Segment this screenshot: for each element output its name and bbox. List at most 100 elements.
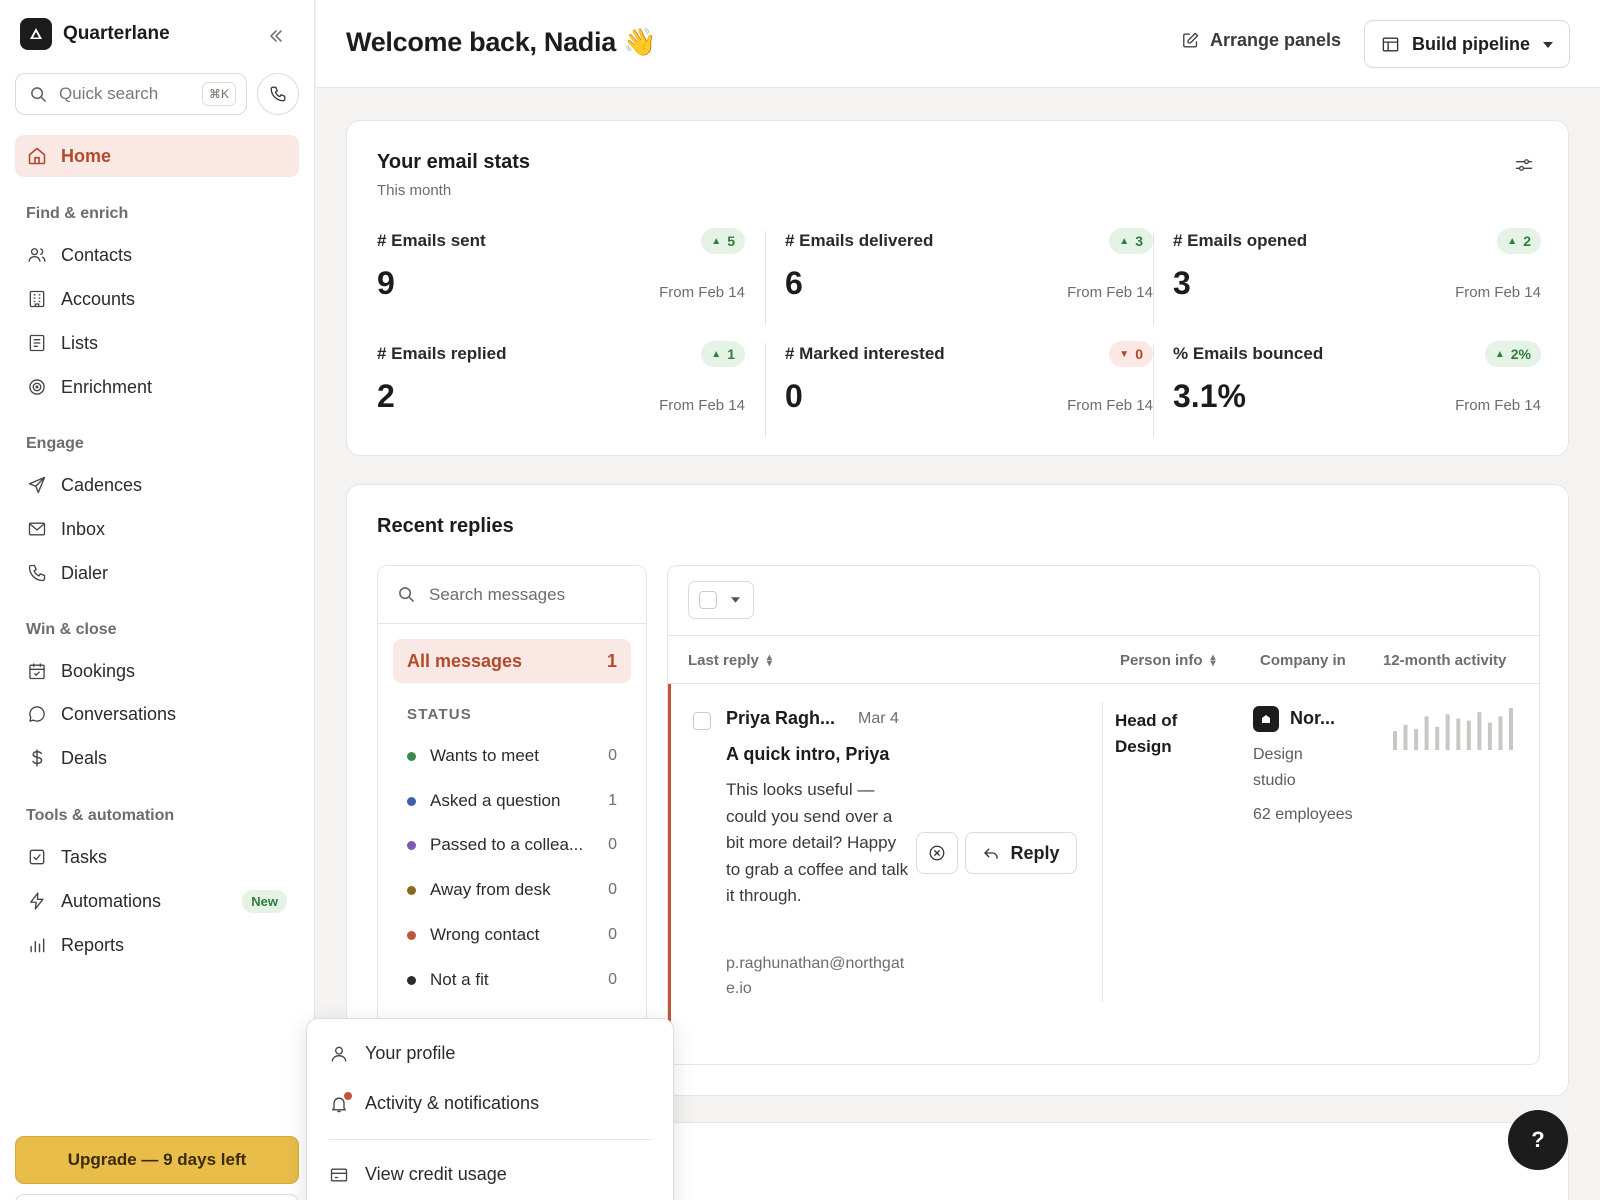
status-label: Wrong contact (430, 925, 540, 944)
home-icon (27, 146, 47, 166)
stat-emails-opened: # Emails opened ▲ 2 3 From Feb 14 (1173, 228, 1541, 331)
stat-emails-bounced: % Emails bounced ▲ 2% 3.1% From Feb 14 (1173, 341, 1541, 444)
column-label: Company in (1260, 652, 1346, 669)
dismiss-button[interactable] (916, 832, 958, 874)
column-person-info[interactable]: Person info ▴ ▾ (1120, 652, 1216, 669)
sender-name[interactable]: Priya Ragh... (726, 708, 835, 729)
stat-value: 0 (785, 378, 803, 414)
activity-bar (1509, 708, 1513, 750)
triangle-up-icon: ▲ (711, 348, 722, 360)
activity-bar (1414, 729, 1419, 750)
close-circle-icon (928, 844, 946, 862)
status-count: 0 (608, 836, 617, 853)
select-all-checkbox[interactable] (699, 591, 717, 609)
quick-search[interactable]: ⌘K (15, 73, 247, 115)
status-asked-a-question[interactable]: Asked a question 1 (407, 791, 617, 811)
status-dot (407, 975, 416, 985)
sidebar-item-bookings[interactable]: Bookings (15, 651, 299, 691)
select-all-dropdown[interactable] (688, 581, 754, 619)
sidebar-item-lists[interactable]: Lists (15, 323, 299, 363)
menu-item-your-profile[interactable]: Your profile (329, 1043, 455, 1064)
menu-item-view-credit-usage[interactable]: View credit usage (329, 1164, 507, 1185)
arrange-panels-button[interactable]: Arrange panels (1181, 30, 1341, 51)
stat-name: # Emails opened (1173, 231, 1308, 250)
bell-icon (329, 1091, 352, 1114)
sidebar-item-dialer[interactable]: Dialer (15, 553, 299, 593)
sidebar-item-accounts[interactable]: Accounts (15, 279, 299, 319)
delta-value: 1 (727, 346, 735, 362)
section-tools-automation: Tools & automation (26, 807, 175, 824)
new-badge: New (242, 890, 287, 913)
sidebar-item-enrichment[interactable]: Enrichment (15, 367, 299, 407)
sender-email[interactable]: p.raghunathan@northgate.io (726, 952, 912, 1001)
sidebar-item-label: Automations (61, 890, 162, 911)
upgrade-button[interactable]: Upgrade — 9 days left (15, 1136, 299, 1184)
card-subtitle: This month (377, 182, 452, 199)
sidebar-item-inbox[interactable]: Inbox (15, 509, 299, 549)
sidebar-item-label: Reports (61, 934, 125, 955)
stat-value: 6 (785, 265, 803, 301)
stat-value: 2 (377, 378, 395, 414)
company-name[interactable]: Nor... (1290, 708, 1335, 729)
column-last-reply[interactable]: Last reply ▴ ▾ (688, 652, 772, 669)
building-icon (27, 289, 47, 309)
delta-badge: ▲ 1 (701, 341, 745, 367)
stat-name: # Emails sent (377, 231, 486, 250)
search-messages-input[interactable] (429, 584, 629, 605)
stat-name: # Emails replied (377, 344, 507, 363)
message-search[interactable] (378, 566, 646, 624)
menu-item-activity-notifications[interactable]: Activity & notifications (329, 1091, 540, 1114)
reply-button[interactable]: Reply (965, 832, 1077, 874)
status-wrong-contact[interactable]: Wrong contact 0 (407, 925, 617, 945)
menu-divider (329, 1139, 651, 1140)
row-checkbox[interactable] (693, 712, 711, 730)
column-activity[interactable]: 12-month activity (1383, 652, 1506, 669)
sidebar-item-label: Lists (61, 332, 99, 353)
search-icon (30, 86, 47, 103)
sidebar-item-label: Accounts (61, 288, 136, 309)
account-switcher[interactable] (15, 1194, 299, 1200)
delta-value: 2 (1523, 233, 1531, 249)
edit-icon (1181, 31, 1200, 50)
status-label: Away from desk (430, 880, 551, 899)
status-wants-to-meet[interactable]: Wants to meet 0 (407, 746, 617, 766)
quick-search-input[interactable] (59, 84, 189, 104)
status-count: 0 (608, 881, 617, 898)
stat-from: From Feb 14 (1455, 397, 1541, 414)
stat-value: 3.1% (1173, 378, 1246, 414)
sort-icon: ▴ ▾ (1210, 651, 1216, 669)
table-row[interactable]: Priya Ragh... Mar 4 A quick intro, Priya… (668, 684, 1539, 1024)
status-label: Passed to a collea... (430, 835, 584, 854)
sidebar-item-automations[interactable]: Automations New (15, 881, 299, 921)
sliders-icon[interactable] (1514, 155, 1534, 175)
reply-icon (982, 844, 1000, 862)
sidebar-item-home[interactable]: Home (15, 135, 299, 177)
reply-label: Reply (1010, 842, 1060, 863)
sidebar-item-conversations[interactable]: Conversations (15, 694, 299, 734)
list-icon (27, 333, 47, 353)
sidebar-item-deals[interactable]: Deals (15, 738, 299, 778)
status-dot (407, 751, 416, 761)
status-passed-to-colleague[interactable]: Passed to a collea... 0 (407, 835, 617, 855)
sidebar-item-cadences[interactable]: Cadences (15, 465, 299, 505)
filter-all-messages[interactable]: All messages 1 (393, 639, 631, 683)
table-icon (1381, 35, 1400, 54)
delta-badge: ▼ 0 (1109, 341, 1153, 367)
delta-badge: ▲ 2 (1497, 228, 1541, 254)
menu-item-label: Activity & notifications (365, 1093, 540, 1113)
build-pipeline-button[interactable]: Build pipeline (1364, 20, 1570, 68)
sidebar-item-tasks[interactable]: Tasks (15, 837, 299, 877)
help-button[interactable]: ? (1508, 1110, 1568, 1170)
status-not-a-fit[interactable]: Not a fit 0 (407, 970, 617, 990)
sidebar-item-reports[interactable]: Reports (15, 925, 299, 965)
collapse-sidebar-icon[interactable] (264, 24, 288, 48)
card-title: Recent replies (377, 515, 514, 537)
sidebar-item-label: Enrichment (61, 376, 153, 397)
stat-name: % Emails bounced (1173, 344, 1324, 363)
sidebar-item-contacts[interactable]: Contacts (15, 235, 299, 275)
status-away-from-desk[interactable]: Away from desk 0 (407, 880, 617, 900)
dialer-button[interactable] (257, 73, 299, 115)
column-company-info[interactable]: Company in (1260, 652, 1350, 669)
reply-date: Mar 4 (858, 710, 899, 727)
brand[interactable]: Quarterlane (20, 18, 170, 50)
